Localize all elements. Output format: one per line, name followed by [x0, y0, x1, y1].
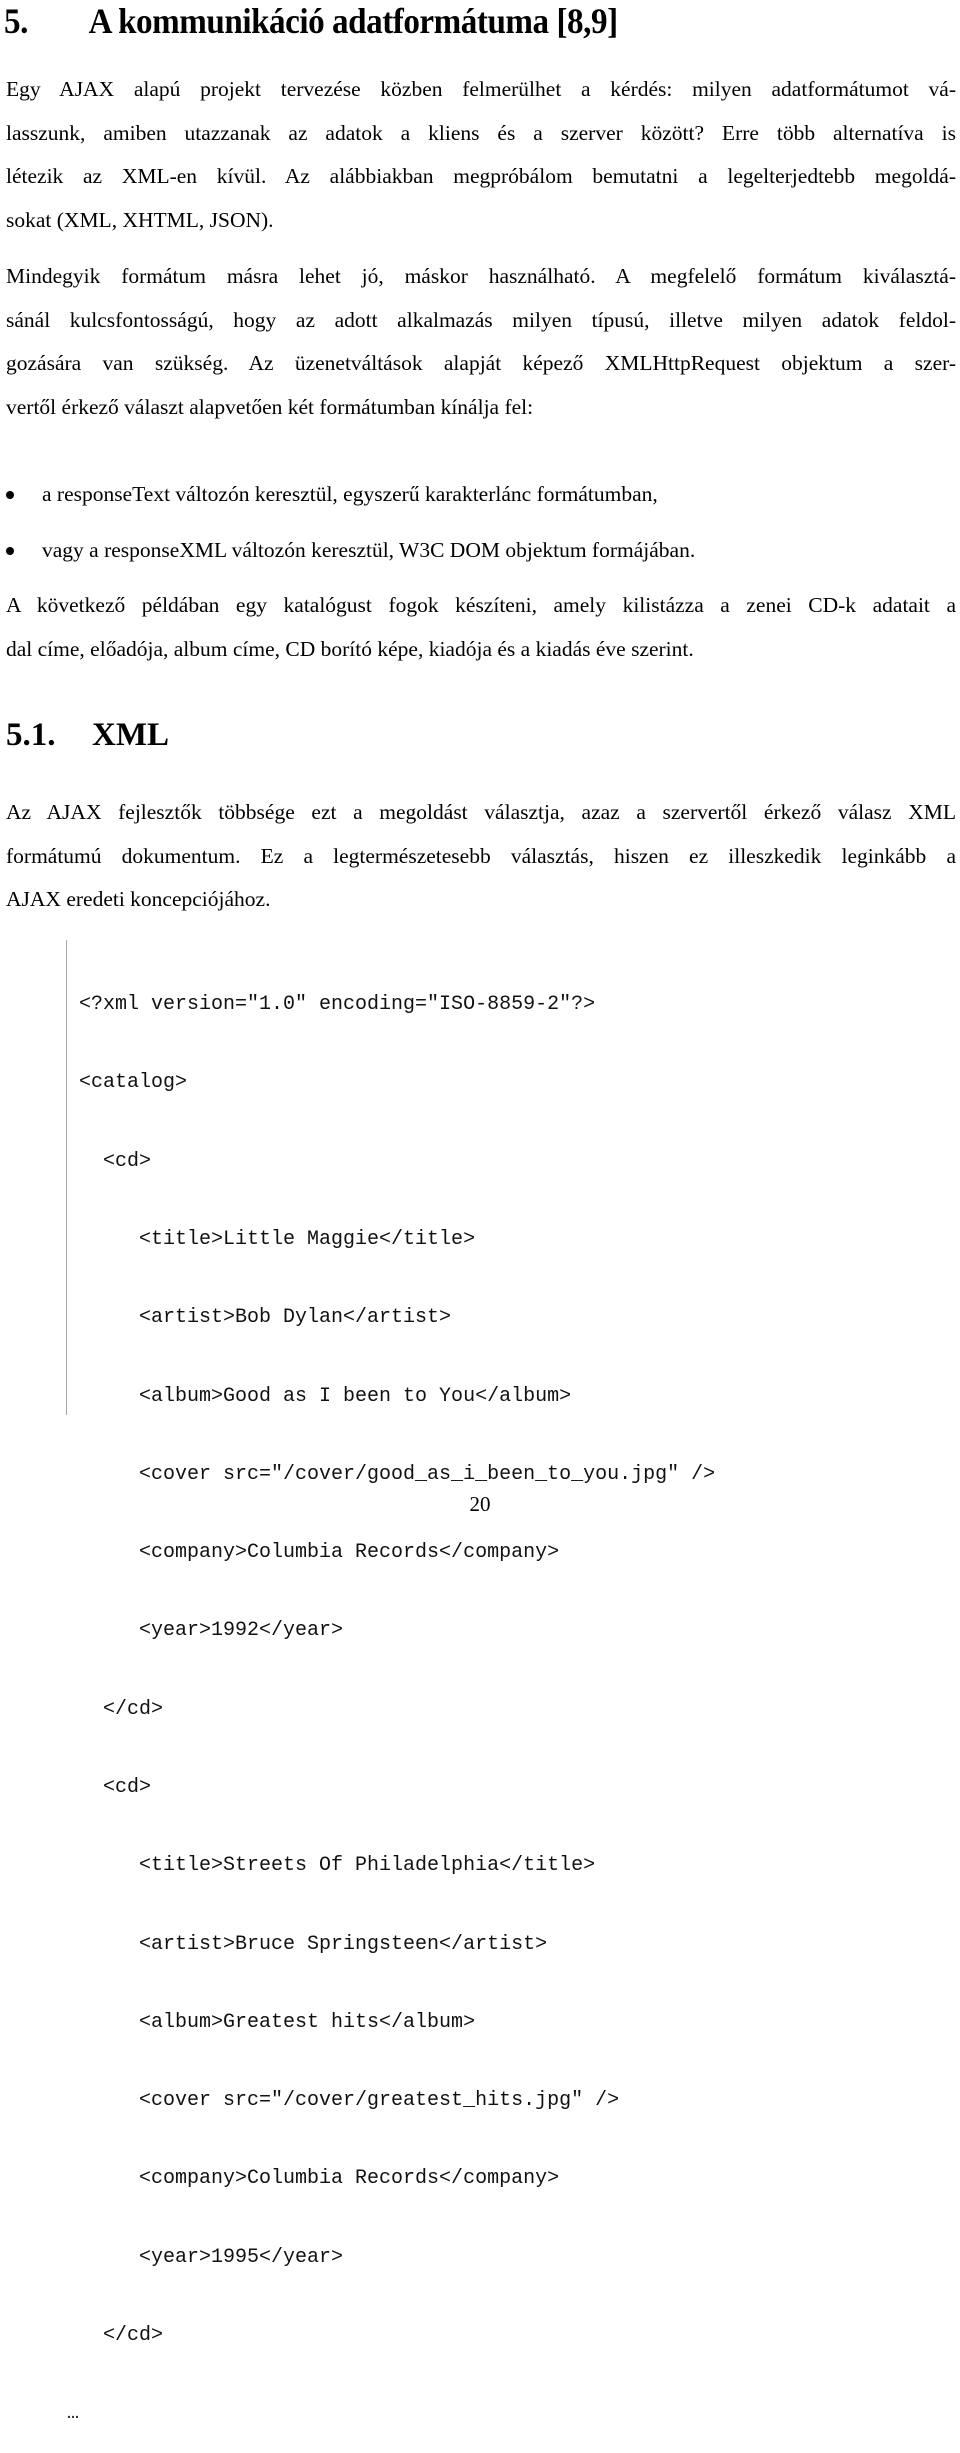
code-line: <catalog> [79, 1071, 188, 1095]
text-line: dal címe, előadója, album címe, CD borít… [6, 636, 694, 661]
code-line: <cd> [79, 1149, 152, 1173]
code-line: </cd> [79, 1697, 164, 1721]
text-line: formátumú dokumentum. Ez a legtermészete… [6, 843, 956, 868]
code-ellipsis: … [67, 2402, 80, 2426]
text-line: sokat (XML, XHTML, JSON). [6, 207, 274, 232]
bullet-text: a responseText változón keresztül, egysz… [42, 482, 658, 506]
text-line: Egy AJAX alapú projekt tervezése közben … [6, 77, 956, 101]
code-line: <title>Little Maggie</title> [79, 1228, 476, 1252]
section-number: 5.1. [6, 717, 56, 753]
paragraph-intro: Egy AJAX alapú projekt tervezése közben … [6, 68, 956, 242]
bullet-dot-icon [6, 547, 14, 555]
code-line: <artist>Bob Dylan</artist> [79, 1306, 452, 1330]
text-line: vertől érkező választ alapvetően két for… [6, 394, 534, 419]
chapter-number: 5. [4, 1, 28, 41]
code-line: <title>Streets Of Philadelphia</title> [79, 1854, 596, 1878]
xml-code-block: <?xml version="1.0" encoding="ISO-8859-2… [66, 940, 715, 2425]
code-line: <cd> [79, 1776, 152, 1799]
code-line: <artist>Bruce Springsteen</artist> [79, 1932, 548, 1956]
paragraph-formats: Mindegyik formátum másra lehet jó, másko… [6, 255, 956, 429]
text-line: AJAX eredeti koncepciójához. [6, 887, 271, 911]
text-line: létezik az XML-en kívül. Az alábbiakban … [6, 164, 956, 188]
text-line: gozására van szükség. Az üzenetváltások … [6, 351, 956, 375]
text-line: sánál kulcsfontosságú, hogy az adott alk… [6, 307, 956, 332]
bullet-text: vagy a responseXML változón keresztül, W… [42, 538, 696, 562]
chapter-heading: 5. A kommunikáció adatformátuma [8,9] [4, 0, 618, 42]
code-line: <cover src="/cover/greatest_hits.jpg" /> [79, 2089, 620, 2113]
page-number: 20 [469, 1492, 491, 1516]
code-line: <year>1995</year> [79, 2245, 344, 2269]
code-line: <year>1992</year> [79, 1619, 344, 1643]
code-line: <album>Greatest hits</album> [79, 2010, 476, 2034]
paragraph-xml: Az AJAX fejlesztők többsége ezt a megold… [6, 791, 956, 922]
section-heading: 5.1. XML [6, 715, 169, 755]
code-line: </cd> [79, 2323, 164, 2347]
chapter-title: A kommunikáció adatformátuma [8,9] [88, 1, 618, 41]
text-line: A következő példában egy katalógust fogo… [6, 593, 956, 617]
paragraph-example: A következő példában egy katalógust fogo… [6, 584, 956, 671]
code-line: <cover src="/cover/good_as_i_been_to_you… [79, 1462, 716, 1486]
text-line: Az AJAX fejlesztők többsége ezt a megold… [6, 800, 956, 824]
bullet-dot-icon [6, 491, 14, 499]
section-title: XML [92, 717, 169, 753]
code-line: <company>Columbia Records</company> [79, 1541, 560, 1565]
code-line: <company>Columbia Records</company> [79, 2167, 560, 2191]
code-line: <album>Good as I been to You</album> [79, 1384, 572, 1408]
text-line: Mindegyik formátum másra lehet jó, másko… [6, 264, 956, 288]
code-line: <?xml version="1.0" encoding="ISO-8859-2… [79, 993, 596, 1017]
text-line: lasszunk, amiben utazzanak az adatok a k… [6, 120, 956, 145]
